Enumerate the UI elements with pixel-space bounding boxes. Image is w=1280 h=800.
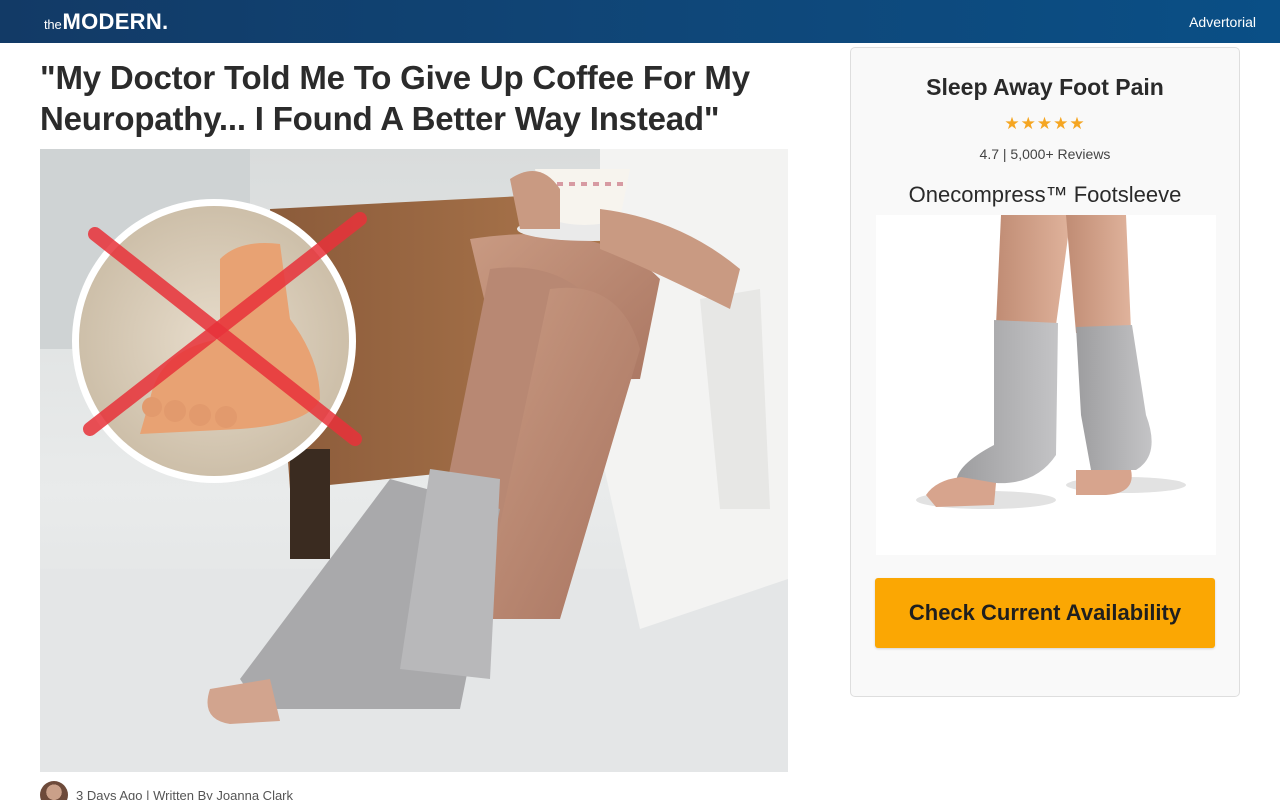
author-avatar — [40, 781, 68, 800]
advertorial-label: Advertorial — [1189, 13, 1256, 30]
sidebar-title: Sleep Away Foot Pain — [926, 74, 1164, 100]
star-rating-icon: ★★★★★ — [1004, 114, 1086, 133]
product-image — [876, 215, 1216, 555]
product-sidebar: Sleep Away Foot Pain ★★★★★ 4.7 | 5,000+ … — [850, 47, 1240, 697]
check-availability-button[interactable]: Check Current Availability — [875, 578, 1215, 648]
hero-image — [40, 149, 788, 772]
product-name: Onecompress™ Footsleeve — [908, 182, 1182, 207]
site-logo[interactable]: the MODERN. — [44, 9, 168, 35]
rating-text: 4.7 | 5,000+ Reviews — [979, 146, 1111, 162]
logo-brand: MODERN. — [62, 8, 169, 34]
article-byline: 3 Days Ago | Written By Joanna Clark — [40, 781, 294, 800]
logo-prefix: the — [44, 16, 62, 32]
site-header: the MODERN. Advertorial — [0, 0, 1280, 43]
article-headline: "My Doctor Told Me To Give Up Coffee For… — [40, 59, 750, 137]
byline-text: 3 Days Ago | Written By Joanna Clark — [76, 787, 294, 800]
